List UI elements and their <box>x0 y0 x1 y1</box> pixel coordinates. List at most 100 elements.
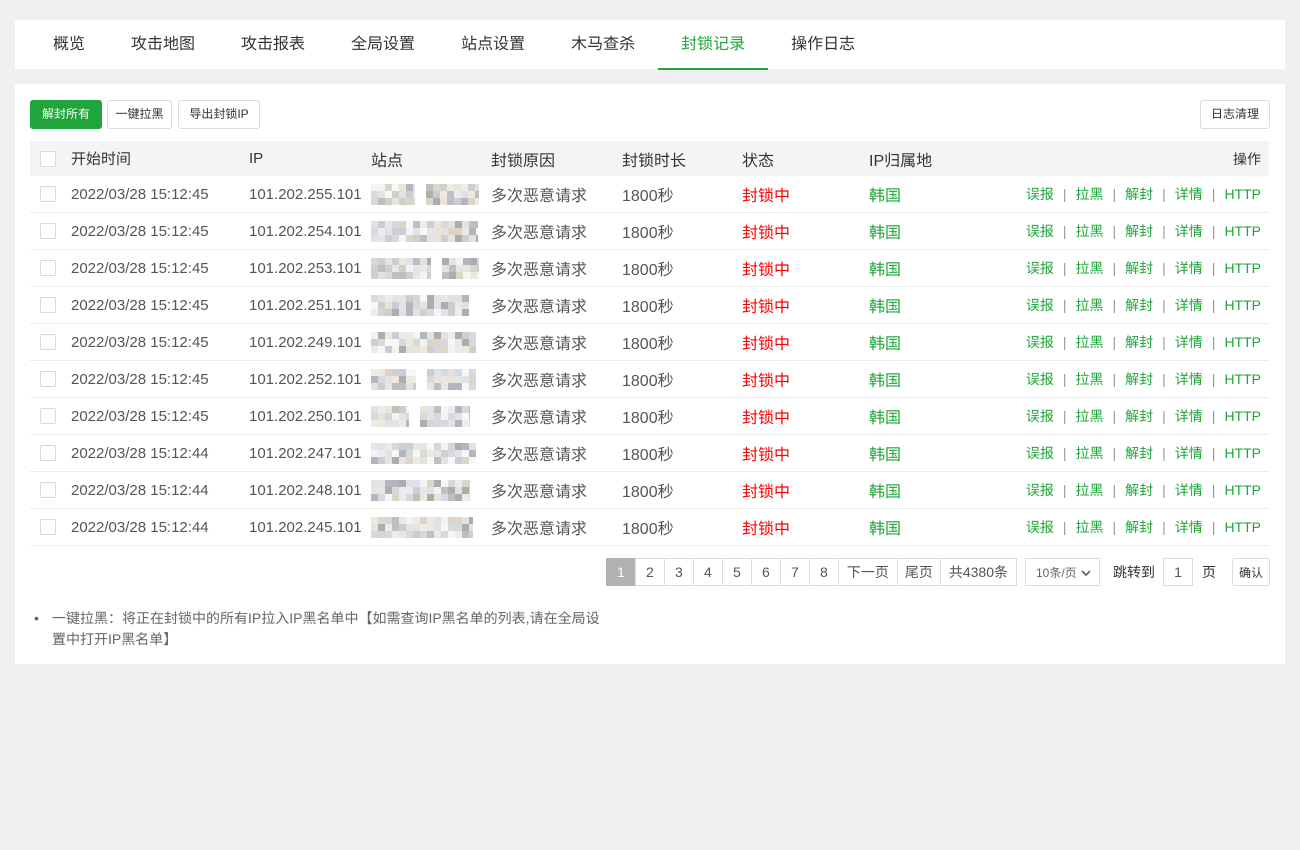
op-link-details[interactable]: 详情 <box>1175 223 1203 239</box>
op-link-details[interactable]: 详情 <box>1175 334 1203 350</box>
op-link-http[interactable]: HTTP <box>1224 260 1261 276</box>
op-link-http[interactable]: HTTP <box>1224 334 1261 350</box>
op-link-details[interactable]: 详情 <box>1175 371 1203 387</box>
page-size-select[interactable]: 10条/页 <box>1025 558 1100 586</box>
tab-2[interactable]: 攻击地图 <box>108 20 218 69</box>
op-link-unblock[interactable]: 解封 <box>1125 297 1153 313</box>
op-link-false-positive[interactable]: 误报 <box>1026 408 1054 424</box>
unblock-all-button[interactable]: 解封所有 <box>30 100 102 129</box>
op-link-unblock[interactable]: 解封 <box>1125 260 1153 276</box>
op-link-blacklist[interactable]: 拉黑 <box>1076 297 1104 313</box>
op-link-unblock[interactable]: 解封 <box>1125 371 1153 387</box>
op-link-false-positive[interactable]: 误报 <box>1026 260 1054 276</box>
op-link-http[interactable]: HTTP <box>1224 408 1261 424</box>
select-all-checkbox[interactable] <box>40 151 56 167</box>
page-button-3[interactable]: 3 <box>664 558 694 586</box>
header-status: 状态 <box>742 147 869 171</box>
tab-6[interactable]: 木马查杀 <box>548 20 658 69</box>
op-link-blacklist[interactable]: 拉黑 <box>1076 482 1104 498</box>
table-row: 2022/03/28 15:12:45101.202.255.101多次恶意请求… <box>30 176 1269 213</box>
blacklist-all-button[interactable]: 一键拉黑 <box>107 100 172 129</box>
op-separator: | <box>1113 223 1117 239</box>
op-link-blacklist[interactable]: 拉黑 <box>1076 334 1104 350</box>
op-link-false-positive[interactable]: 误报 <box>1026 297 1054 313</box>
page-button-7[interactable]: 7 <box>780 558 810 586</box>
censored-site-name <box>371 517 473 538</box>
op-link-http[interactable]: HTTP <box>1224 482 1261 498</box>
op-link-false-positive[interactable]: 误报 <box>1026 519 1054 535</box>
op-link-unblock[interactable]: 解封 <box>1125 223 1153 239</box>
page-button-6[interactable]: 6 <box>751 558 781 586</box>
op-link-http[interactable]: HTTP <box>1224 186 1261 202</box>
confirm-button[interactable]: 确认 <box>1232 558 1270 586</box>
op-link-details[interactable]: 详情 <box>1175 482 1203 498</box>
op-link-details[interactable]: 详情 <box>1175 445 1203 461</box>
footnote-text: 一键拉黑：将正在封锁中的所有IP拉入IP黑名单中【如需查询IP黑名单的列表,请在… <box>52 608 604 650</box>
op-link-blacklist[interactable]: 拉黑 <box>1076 519 1104 535</box>
cell-ip: 101.202.254.101 <box>249 223 371 240</box>
cell-start-time: 2022/03/28 15:12:45 <box>71 260 249 277</box>
op-link-http[interactable]: HTTP <box>1224 445 1261 461</box>
op-link-false-positive[interactable]: 误报 <box>1026 482 1054 498</box>
geo-label: 韩国 <box>869 299 901 316</box>
page-button-8[interactable]: 8 <box>809 558 839 586</box>
last-page-button[interactable]: 尾页 <box>897 558 941 586</box>
row-checkbox[interactable] <box>40 482 56 498</box>
op-link-unblock[interactable]: 解封 <box>1125 482 1153 498</box>
row-checkbox[interactable] <box>40 223 56 239</box>
next-page-button[interactable]: 下一页 <box>838 558 898 586</box>
op-link-http[interactable]: HTTP <box>1224 297 1261 313</box>
op-link-blacklist[interactable]: 拉黑 <box>1076 223 1104 239</box>
op-link-details[interactable]: 详情 <box>1175 408 1203 424</box>
main-panel: 解封所有 一键拉黑 导出封锁IP 日志清理 开始时间 IP 站点 封锁原因 封锁… <box>15 84 1285 664</box>
page-button-5[interactable]: 5 <box>722 558 752 586</box>
op-link-unblock[interactable]: 解封 <box>1125 408 1153 424</box>
row-checkbox[interactable] <box>40 519 56 535</box>
tab-5[interactable]: 站点设置 <box>438 20 548 69</box>
row-checkbox-cell <box>30 482 71 498</box>
op-link-details[interactable]: 详情 <box>1175 519 1203 535</box>
jump-page-input[interactable] <box>1163 558 1193 586</box>
op-link-blacklist[interactable]: 拉黑 <box>1076 445 1104 461</box>
row-checkbox[interactable] <box>40 371 56 387</box>
tab-8[interactable]: 操作日志 <box>768 20 878 69</box>
op-link-http[interactable]: HTTP <box>1224 223 1261 239</box>
cell-operations: 误报|拉黑|解封|详情|HTTP <box>1019 480 1269 500</box>
tab-1[interactable]: 概览 <box>30 20 108 69</box>
log-clean-button[interactable]: 日志清理 <box>1200 100 1270 129</box>
cell-status: 封锁中 <box>742 219 869 243</box>
op-link-unblock[interactable]: 解封 <box>1125 519 1153 535</box>
op-link-false-positive[interactable]: 误报 <box>1026 371 1054 387</box>
export-blocked-ip-button[interactable]: 导出封锁IP <box>178 100 260 129</box>
page-button-1[interactable]: 1 <box>606 558 636 586</box>
op-link-details[interactable]: 详情 <box>1175 260 1203 276</box>
tab-7[interactable]: 封锁记录 <box>658 21 768 70</box>
op-link-http[interactable]: HTTP <box>1224 519 1261 535</box>
row-checkbox[interactable] <box>40 260 56 276</box>
op-link-blacklist[interactable]: 拉黑 <box>1076 408 1104 424</box>
op-link-http[interactable]: HTTP <box>1224 371 1261 387</box>
op-link-details[interactable]: 详情 <box>1175 297 1203 313</box>
op-link-blacklist[interactable]: 拉黑 <box>1076 186 1104 202</box>
op-link-blacklist[interactable]: 拉黑 <box>1076 260 1104 276</box>
cell-site <box>371 406 491 427</box>
op-link-false-positive[interactable]: 误报 <box>1026 223 1054 239</box>
op-link-blacklist[interactable]: 拉黑 <box>1076 371 1104 387</box>
op-link-unblock[interactable]: 解封 <box>1125 445 1153 461</box>
op-link-unblock[interactable]: 解封 <box>1125 334 1153 350</box>
row-checkbox[interactable] <box>40 334 56 350</box>
tab-4[interactable]: 全局设置 <box>328 20 438 69</box>
row-checkbox[interactable] <box>40 445 56 461</box>
op-link-details[interactable]: 详情 <box>1175 186 1203 202</box>
page-button-2[interactable]: 2 <box>635 558 665 586</box>
page-button-4[interactable]: 4 <box>693 558 723 586</box>
op-link-false-positive[interactable]: 误报 <box>1026 445 1054 461</box>
row-checkbox[interactable] <box>40 186 56 202</box>
row-checkbox[interactable] <box>40 297 56 313</box>
op-link-false-positive[interactable]: 误报 <box>1026 186 1054 202</box>
cell-operations: 误报|拉黑|解封|详情|HTTP <box>1019 369 1269 389</box>
row-checkbox[interactable] <box>40 408 56 424</box>
op-link-false-positive[interactable]: 误报 <box>1026 334 1054 350</box>
op-link-unblock[interactable]: 解封 <box>1125 186 1153 202</box>
tab-3[interactable]: 攻击报表 <box>218 20 328 69</box>
